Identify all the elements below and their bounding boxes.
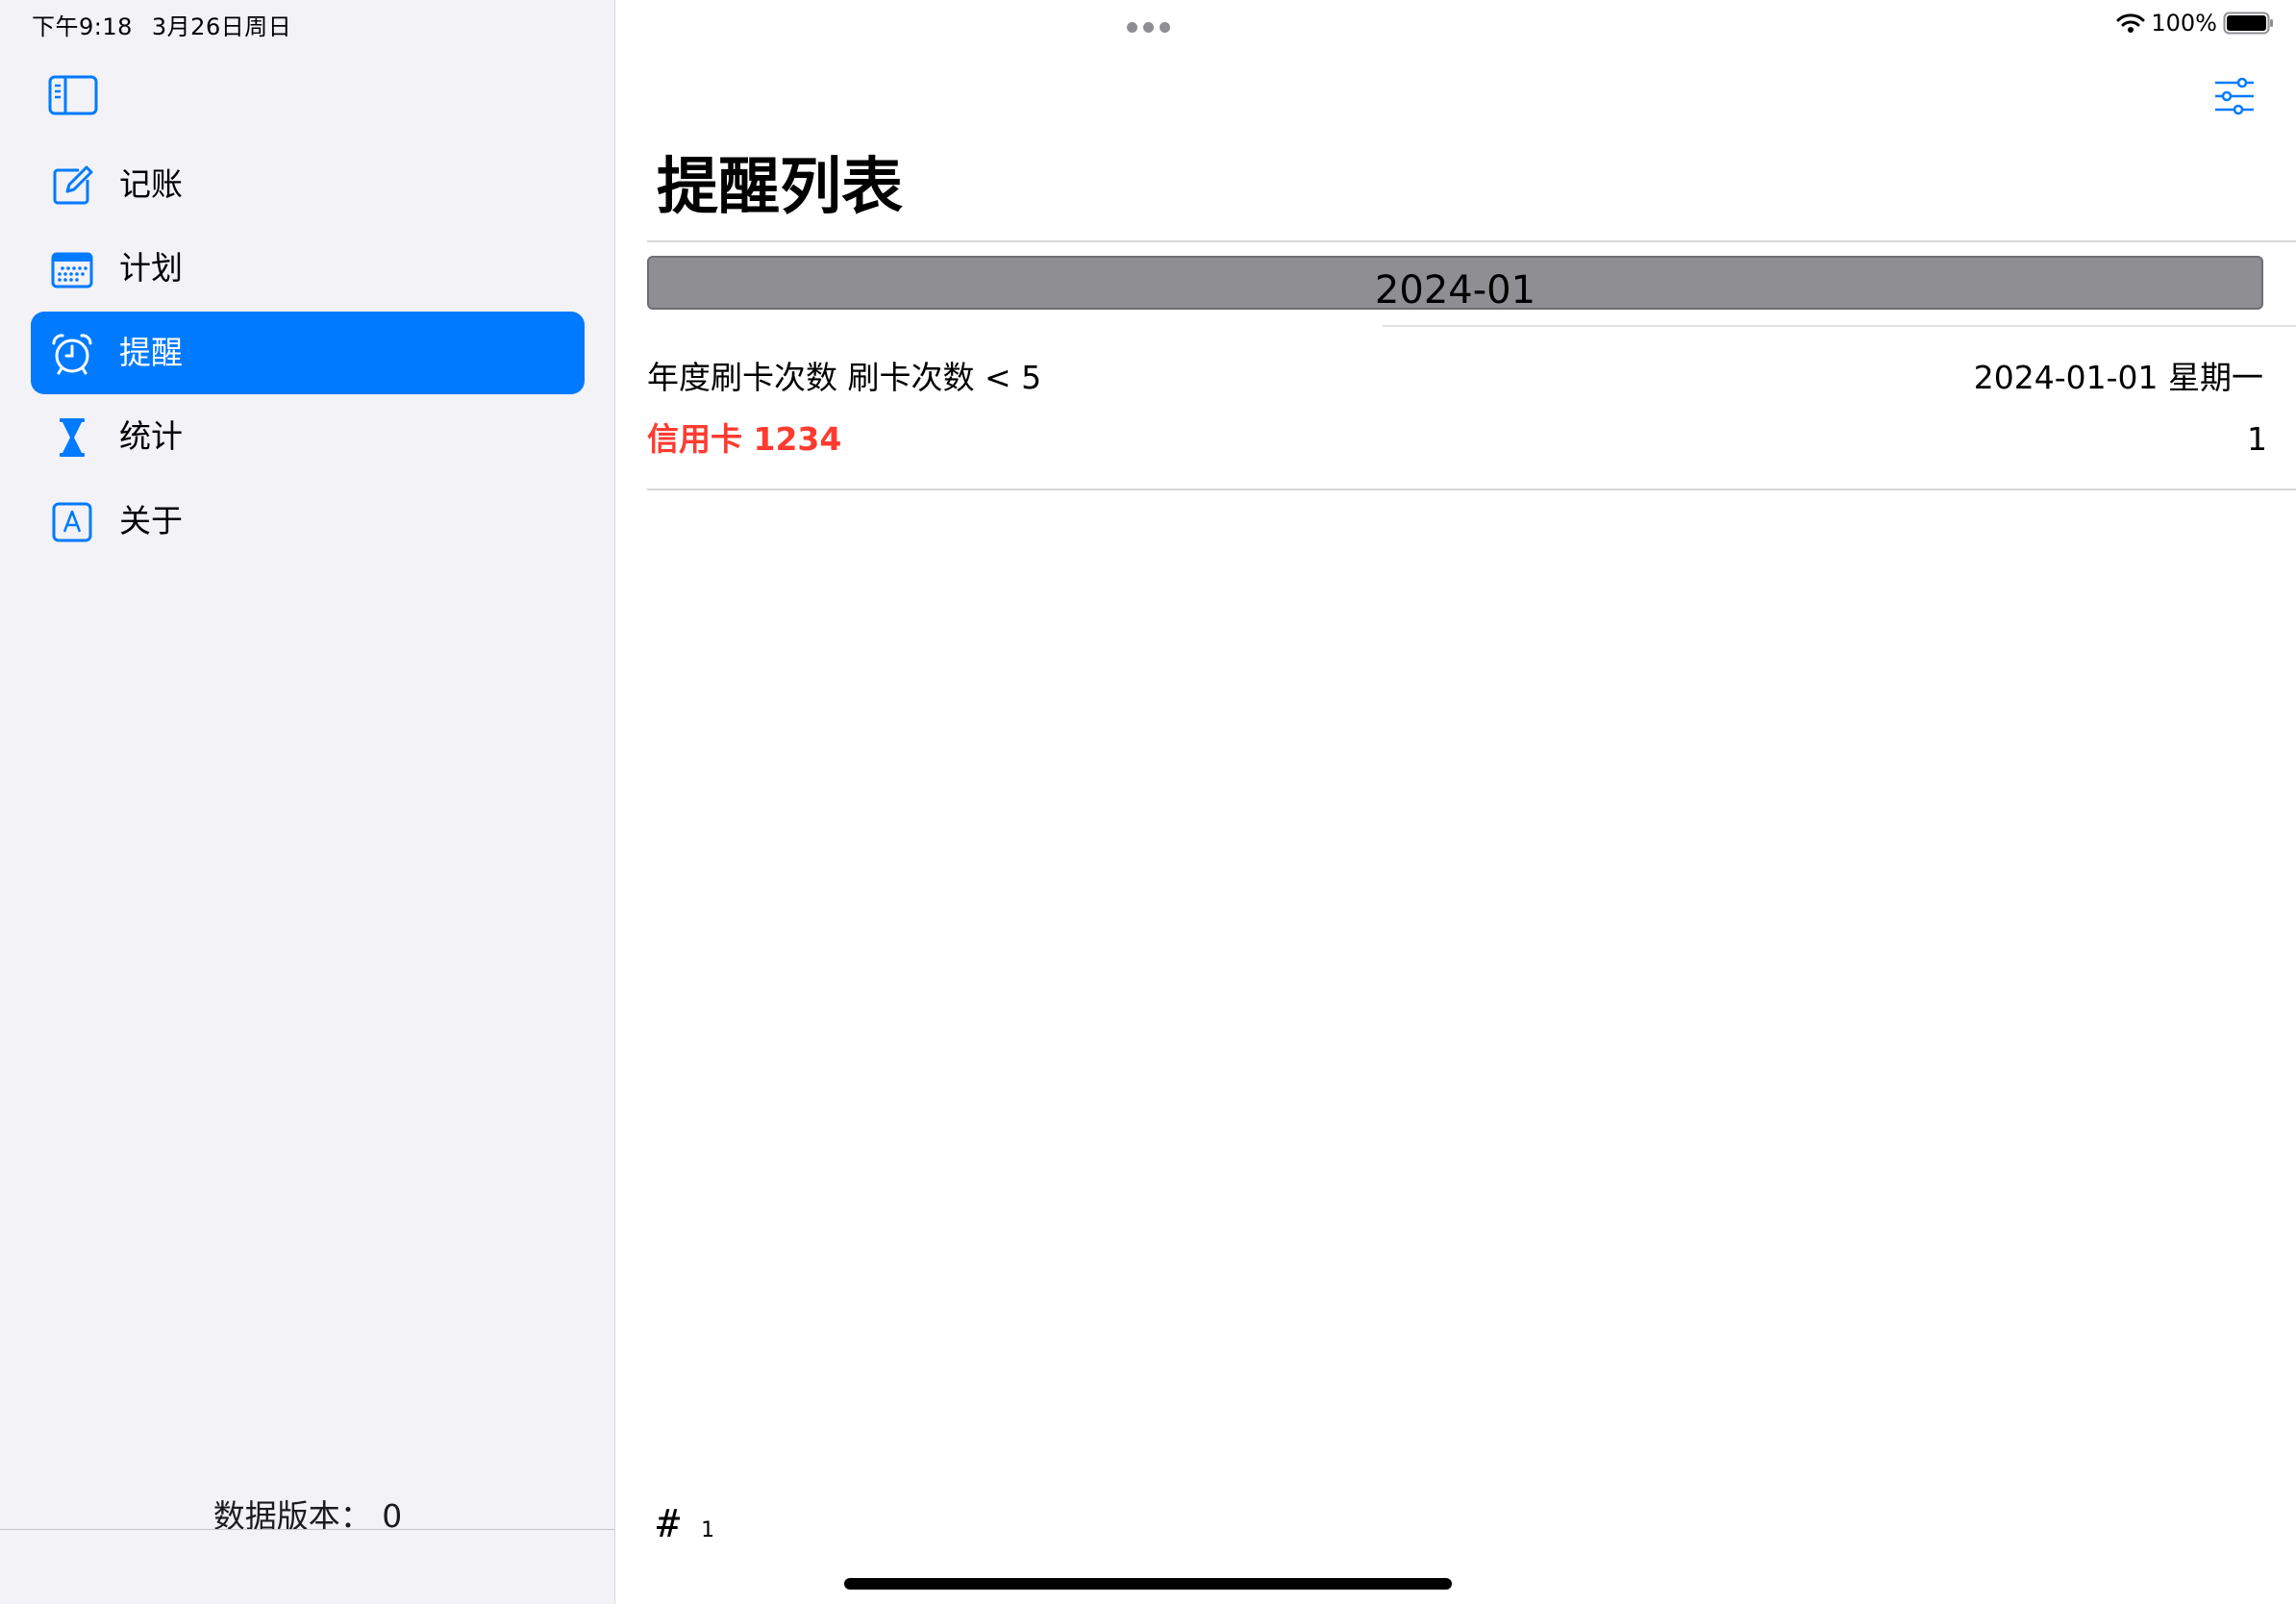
section-divider: [1383, 325, 2296, 327]
section-header-label: 2024-01: [1374, 268, 1536, 313]
sidebar-item-bookkeeping[interactable]: 记账: [31, 143, 585, 226]
battery-percentage: 100%: [2151, 10, 2217, 37]
status-date: 3月26日周日: [151, 13, 292, 40]
status-bar-right: 100%: [2116, 8, 2275, 38]
battery-icon: [2223, 12, 2275, 35]
multitasking-dots-icon[interactable]: [1127, 18, 1185, 33]
sidebar-item-about[interactable]: 关于: [31, 480, 585, 563]
square-and-pencil-icon: [50, 163, 94, 208]
calendar-icon: [50, 247, 94, 291]
month-section-header: 2024-01: [647, 256, 2263, 313]
filter-button[interactable]: [2211, 75, 2258, 117]
reminder-list-item[interactable]: 年度刷卡次数 刷卡次数 < 5 2024-01-01 星期一 信用卡 1234 …: [647, 346, 2296, 490]
total-count: 1: [701, 1518, 715, 1542]
sidebar: 下午9:18 3月26日周日 记账 计划 提醒 统计 关于 数据版本： 0: [0, 0, 615, 1604]
reminder-rule: 年度刷卡次数 刷卡次数 < 5: [647, 359, 1042, 396]
sidebar-item-reminders[interactable]: 提醒: [31, 312, 585, 394]
slider-filter-icon: [2211, 77, 2258, 121]
reminder-card-name: 信用卡 1234: [647, 420, 842, 458]
main-content: 100% 提醒列表 2024-01 年度刷卡次数 刷卡次数 < 5 2024-0…: [616, 0, 2296, 1604]
sidebar-item-label: 提醒: [119, 334, 183, 371]
sidebar-item-statistics[interactable]: 统计: [31, 395, 585, 478]
page-title: 提醒列表: [657, 152, 903, 223]
reminder-date: 2024-01-01 星期一: [1973, 359, 2263, 396]
home-indicator[interactable]: [844, 1578, 1452, 1590]
sidebar-item-label: 关于: [119, 502, 183, 539]
sidebar-divider: [0, 1529, 615, 1530]
list-footer-count: #1: [657, 1502, 714, 1546]
row-divider: [647, 489, 2296, 490]
reminder-count: 1: [2247, 420, 2267, 458]
sidebar-item-plan[interactable]: 计划: [31, 227, 585, 310]
status-bar-left: 下午9:18 3月26日周日: [32, 8, 311, 41]
alarm-clock-icon: [50, 332, 94, 376]
status-time: 下午9:18: [32, 13, 133, 40]
sidebar-item-label: 统计: [119, 417, 183, 455]
hourglass-icon: [50, 415, 94, 460]
letter-a-square-icon: [50, 500, 94, 544]
sidebar-item-label: 计划: [119, 249, 183, 287]
title-divider: [647, 240, 2296, 242]
wifi-icon: [2116, 13, 2145, 34]
hash-symbol: #: [657, 1502, 681, 1546]
sidebar-toggle-icon[interactable]: [48, 75, 98, 115]
sidebar-item-label: 记账: [119, 165, 183, 203]
